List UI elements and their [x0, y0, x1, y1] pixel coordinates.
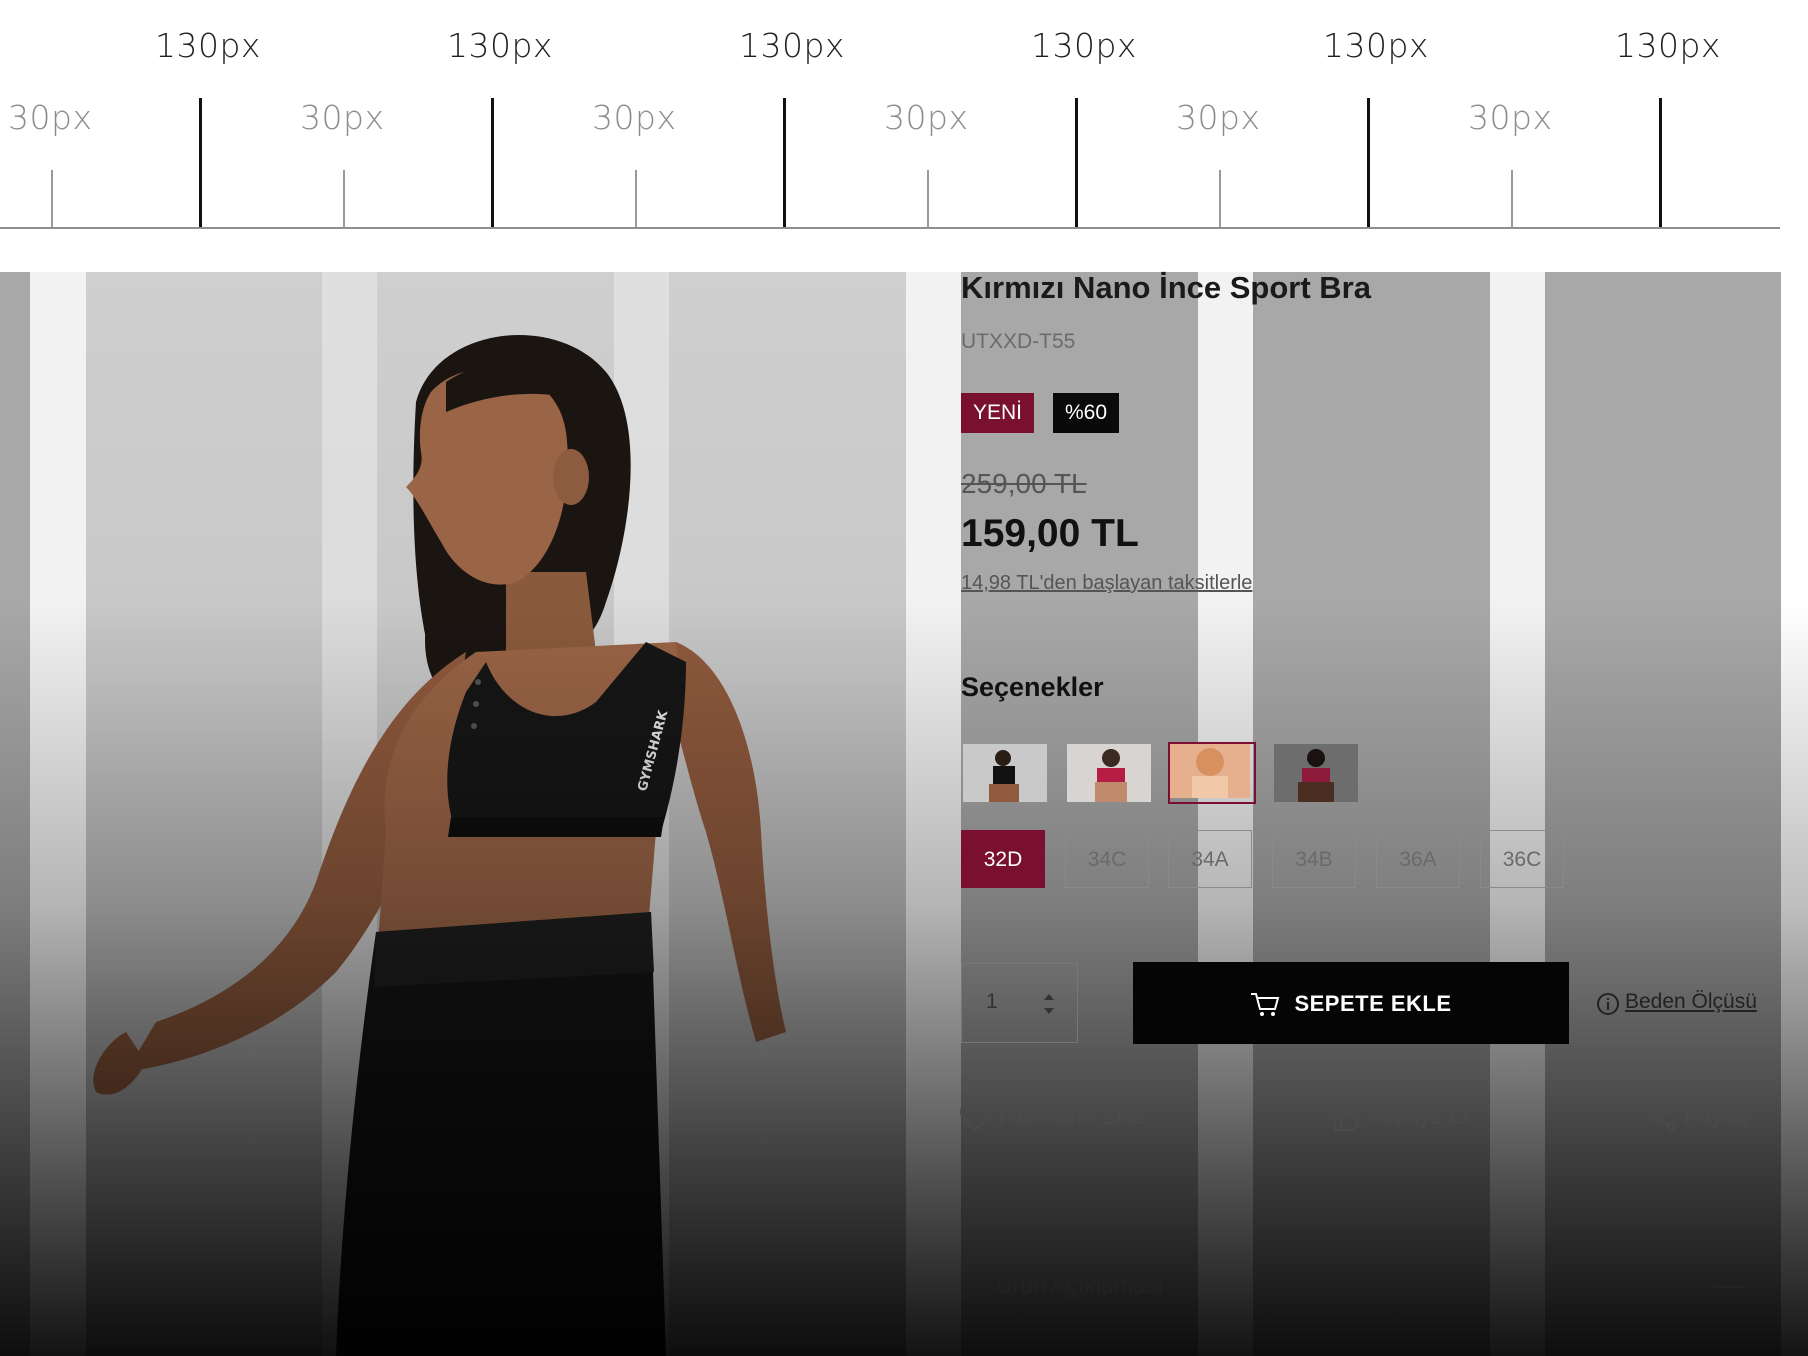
ruler-gutter-tick	[635, 170, 637, 228]
grid-column	[1253, 272, 1490, 1356]
grid-ruler: 130px 130px 130px 130px 130px 130px 30px…	[0, 0, 1808, 240]
ruler-column-tick	[199, 98, 202, 228]
add-to-favorites-button[interactable]: Favorilere Ekle	[998, 1104, 1145, 1130]
options-title: Seçenekler	[961, 672, 1104, 702]
old-price: 259,00 TL	[961, 468, 1087, 499]
variant-swatch[interactable]	[1065, 742, 1153, 804]
discount-badge: %60	[1053, 393, 1120, 433]
variant-swatch-selected[interactable]	[1168, 742, 1256, 804]
ruler-column-label: 130px	[1323, 26, 1429, 65]
size-option[interactable]: 36C	[1480, 830, 1564, 888]
grid-gutter	[1198, 272, 1253, 1356]
ruler-gutter-label: 30px	[884, 98, 969, 137]
share-button[interactable]: Paylaş	[1684, 1104, 1750, 1130]
ruler-baseline	[0, 227, 1780, 229]
ruler-gutter-label: 30px	[1468, 98, 1553, 137]
ruler-gutter-tick	[1511, 170, 1513, 228]
size-option[interactable]: 34C	[1065, 830, 1149, 888]
variant-swatch[interactable]	[961, 742, 1049, 804]
peach-top-variant-thumb	[1170, 744, 1250, 798]
recommend-button[interactable]: Tavsiye Et	[1369, 1104, 1469, 1130]
size-option[interactable]: 34A	[1168, 830, 1252, 888]
current-price: 159,00 TL	[961, 512, 1139, 555]
ruler-column-label: 130px	[447, 26, 553, 65]
installments-link[interactable]: 14,98 TL'den başlayan taksitlerle	[961, 572, 1252, 595]
size-option[interactable]: 34B	[1272, 830, 1356, 888]
add-to-cart-button[interactable]: SEPETE EKLE	[1133, 962, 1569, 1044]
ruler-gutter-label: 30px	[1176, 98, 1261, 137]
size-option-selected[interactable]: 32D	[961, 830, 1045, 888]
ruler-column-label: 130px	[1031, 26, 1137, 65]
pink-top-variant-thumb	[1067, 744, 1151, 802]
product-sku: UTXXD-T55	[961, 330, 1076, 353]
product-title: Kırmızı Nano İnce Sport Bra	[961, 270, 1371, 305]
ruler-gutter-tick	[343, 170, 345, 228]
dark-red-variant-thumb	[1274, 744, 1358, 802]
ruler-gutter-label: 30px	[592, 98, 677, 137]
stepper-arrows-icon[interactable]	[1042, 990, 1056, 1018]
ruler-column-label: 130px	[1615, 26, 1721, 65]
new-badge: YENİ	[961, 393, 1035, 433]
grid-column	[961, 272, 1198, 1356]
thumbs-up-icon	[1334, 1104, 1361, 1131]
ruler-gutter-label: 30px	[8, 98, 93, 137]
heart-icon	[960, 1104, 990, 1132]
ruler-column-tick	[1659, 98, 1662, 228]
ruler-gutter-label: 30px	[300, 98, 385, 137]
ruler-gutter-tick	[51, 170, 53, 228]
ruler-column-label: 130px	[739, 26, 845, 65]
collapse-icon[interactable]	[1713, 1285, 1745, 1288]
size-option[interactable]: 36A	[1376, 830, 1460, 888]
grid-column	[1545, 272, 1781, 1356]
grid-column	[0, 272, 30, 1356]
ruler-column-tick	[491, 98, 494, 228]
grid-gutter	[30, 272, 86, 1356]
add-to-cart-label: SEPETE EKLE	[1294, 991, 1452, 1017]
share-icon	[1649, 1104, 1676, 1132]
ruler-column-tick	[783, 98, 786, 228]
ruler-gutter-tick	[1219, 170, 1221, 228]
quantity-stepper[interactable]: 1	[961, 963, 1078, 1043]
ruler-gutter-tick	[927, 170, 929, 228]
size-guide-link[interactable]: Beden Ölçüsü	[1625, 990, 1757, 1014]
variant-swatch[interactable]	[1272, 742, 1360, 804]
quantity-value: 1	[986, 990, 998, 1013]
model-illustration: GYMSHARK	[93, 272, 786, 1356]
info-icon	[1597, 993, 1619, 1015]
product-description-header[interactable]: Ürün Açıklaması	[996, 1272, 1163, 1299]
ruler-column-tick	[1075, 98, 1078, 228]
ruler-column-tick	[1367, 98, 1370, 228]
cart-icon	[1251, 993, 1280, 1017]
ruler-column-label: 130px	[155, 26, 261, 65]
grid-gutter	[906, 272, 961, 1356]
black-bra-variant-thumb	[963, 744, 1047, 802]
product-photo: GYMSHARK	[86, 272, 906, 1356]
grid-gutter	[1490, 272, 1545, 1356]
